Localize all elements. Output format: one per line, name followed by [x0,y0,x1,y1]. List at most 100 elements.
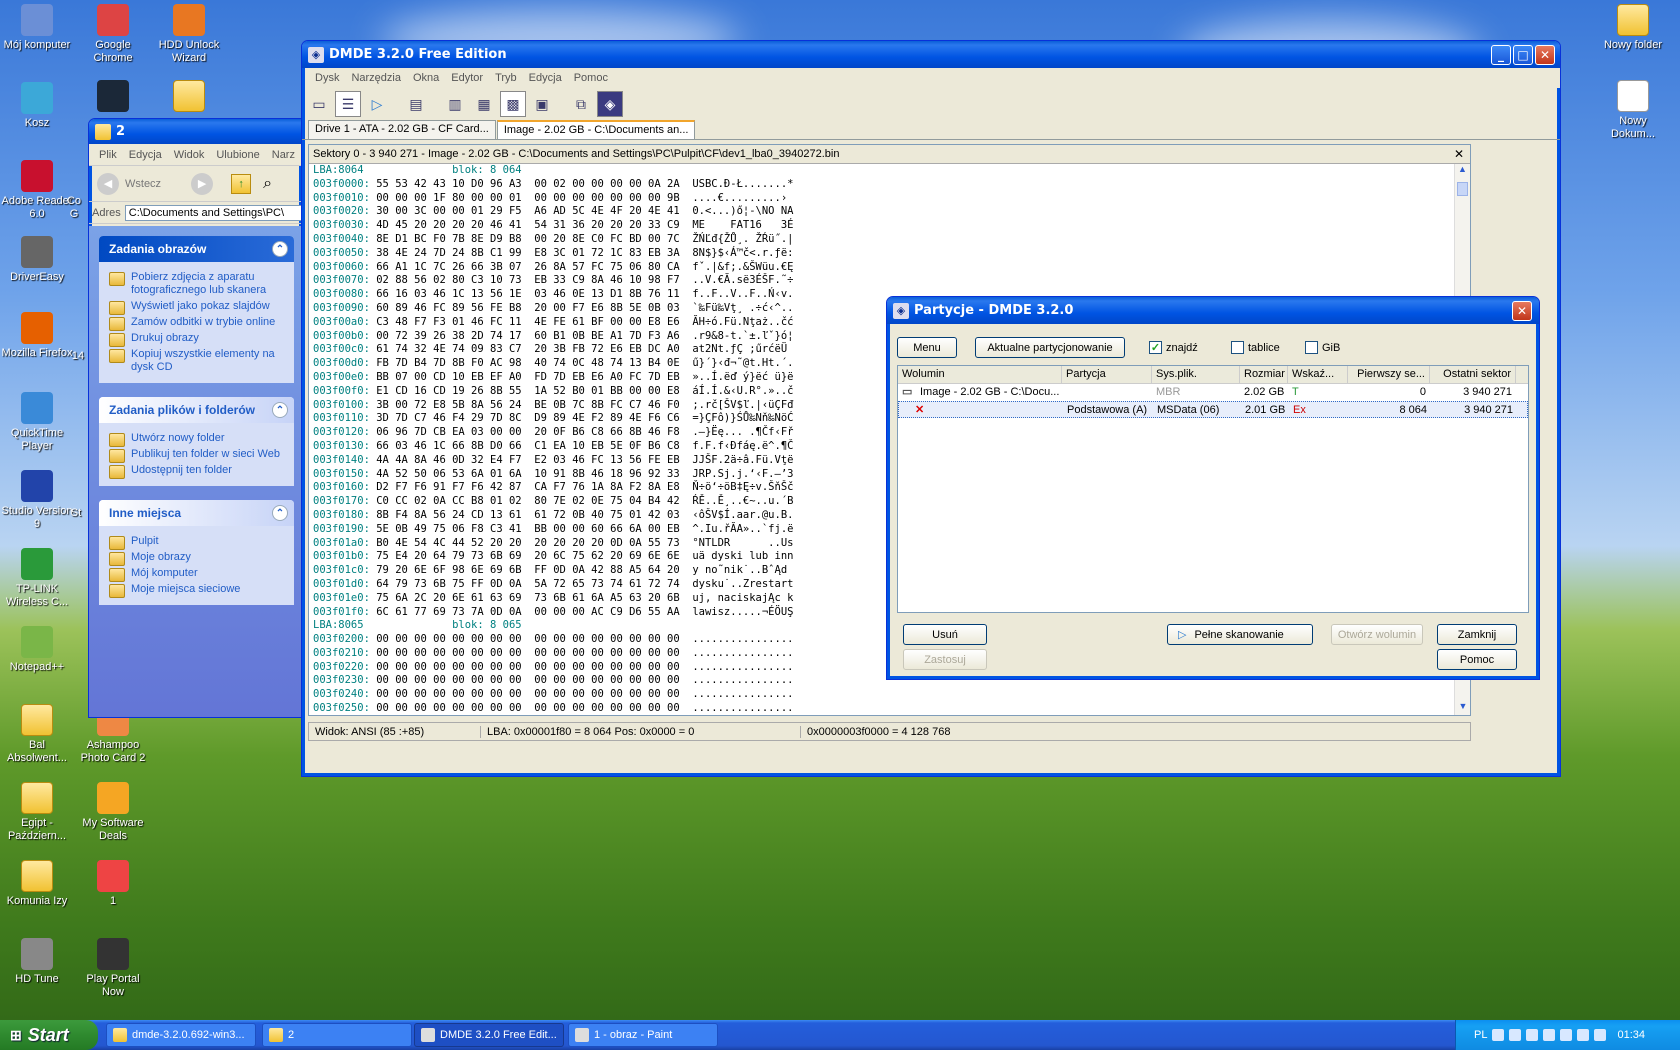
desktop-icon[interactable] [152,80,226,115]
task-link[interactable]: Pobierz zdjęcia z aparatu fotograficzneg… [109,271,286,297]
explorer-titlebar[interactable]: 2 [89,119,302,144]
taskbar-item[interactable]: DMDE 3.2.0 Free Edit... [414,1023,564,1047]
desktop-icon[interactable]: Bal Absolwent... [0,704,74,765]
minimize-button[interactable]: _ [1491,45,1511,65]
search-icon[interactable]: ⌕ [263,175,272,193]
dmde-menu-item[interactable]: Tryb [489,72,523,84]
tab-device[interactable]: Drive 1 - ATA - 2.02 GB - CF Card... [308,120,496,139]
tab-device[interactable]: Image - 2.02 GB - C:\Documents an... [496,120,696,139]
task-link[interactable]: Utwórz nowy folder [109,432,286,447]
partitions-icon[interactable]: ☰ [335,91,361,117]
task-link[interactable]: Zamów odbitki w trybie online [109,316,286,331]
desktop-icon[interactable]: Studio Version 9 [0,470,74,531]
taskbar-item[interactable]: dmde-3.2.0.692-win3... [106,1023,256,1047]
partitions-titlebar[interactable]: ◈ Partycje - DMDE 3.2.0 ✕ [887,297,1539,324]
disk-icon[interactable]: ▭ [306,91,332,117]
explorer-menu-item[interactable]: Plik [93,149,123,161]
collapse-chevron-icon[interactable]: ⌃ [272,241,288,257]
full-scan-button[interactable]: ▷ Pełne skanowanie [1167,624,1313,645]
task-panel-header[interactable]: Inne miejsca ⌃ [99,500,294,526]
language-indicator[interactable]: PL [1474,1029,1487,1041]
volume-icon[interactable] [1594,1029,1607,1041]
checkbox-find[interactable]: ✓ znajdź [1149,341,1198,354]
column-header[interactable]: Ostatni sektor [1430,366,1516,383]
media-icon[interactable] [1577,1029,1590,1041]
back-arrow-icon[interactable]: ◀ [97,172,119,195]
copy-sectors-icon[interactable]: ⧉ [568,91,594,117]
desktop-icon[interactable]: DriverEasy [0,236,74,284]
dialog-close-button[interactable]: ✕ [1512,301,1532,321]
column-header[interactable]: Rozmiar [1240,366,1288,383]
dmde-menu-item[interactable]: Narzędzia [345,72,407,84]
desktop-icon[interactable]: HDD Unlock Wizard [152,4,226,65]
task-link[interactable]: Moje miejsca sieciowe [109,583,286,598]
desktop-icon[interactable]: Mozilla Firefox [0,312,74,360]
taskbar-item[interactable]: 2 [262,1023,412,1047]
taskbar-item[interactable]: 1 - obraz - Paint [568,1023,718,1047]
network-icon[interactable] [1526,1029,1539,1041]
explorer-menu-item[interactable]: Edycja [123,149,168,161]
task-link[interactable]: Pulpit [109,535,286,550]
dmde-menu-item[interactable]: Edytor [445,72,489,84]
current-partitioning-button[interactable]: Aktualne partycjonowanie [975,337,1125,358]
desktop-icon[interactable]: Kosz [0,82,74,130]
column-header[interactable]: Wolumin [898,366,1062,383]
column-header[interactable]: Wskaź... [1288,366,1348,383]
task-link[interactable]: Mój komputer [109,567,286,582]
dmde-menu-item[interactable]: Pomoc [568,72,614,84]
task-link[interactable]: Kopiuj wszystkie elementy na dysk CD [109,348,286,374]
task-link[interactable]: Publikuj ten folder w sieci Web [109,448,286,463]
up-folder-icon[interactable]: ↑ [231,173,252,194]
checkbox-tables[interactable]: tablice [1231,341,1280,354]
start-button[interactable]: ⊞ Start [0,1020,98,1050]
desktop-icon[interactable]: 1 [76,860,150,908]
safely-remove-icon[interactable] [1560,1029,1573,1041]
view-list-icon[interactable]: ▥ [442,91,468,117]
desktop-icon[interactable]: Egipt - Październ... [0,782,74,843]
task-panel-header[interactable]: Zadania obrazów ⌃ [99,236,294,262]
open-volume-button[interactable]: Otwórz wolumin [1331,624,1423,645]
desktop-icon[interactable]: Google Chrome [76,4,150,65]
dmde-titlebar[interactable]: ◈ DMDE 3.2.0 Free Edition _ □ ✕ [302,41,1560,68]
explorer-menu-item[interactable]: Widok [168,149,211,161]
document-icon[interactable]: ▤ [403,91,429,117]
remove-button[interactable]: Usuń [903,624,987,645]
desktop-icon[interactable]: Play Portal Now [76,938,150,999]
back-button-label[interactable]: Wstecz [125,178,161,190]
task-link[interactable]: Drukuj obrazy [109,332,286,347]
address-input[interactable]: C:\Documents and Settings\PC\ [124,204,302,221]
dmde-menu-item[interactable]: Okna [407,72,445,84]
column-header[interactable]: Sys.plik. [1152,366,1240,383]
apply-button[interactable]: Zastosuj [903,649,987,670]
checkbox-gib[interactable]: GiB [1305,341,1340,354]
dmde-menu-item[interactable]: Edycja [523,72,568,84]
dmde-app-icon[interactable]: ◈ [597,91,623,117]
maximize-button[interactable]: □ [1513,45,1533,65]
desktop-icon[interactable]: TP-LINK Wireless C... [0,548,74,609]
column-header[interactable]: Pierwszy se... [1348,366,1430,383]
explorer-menu-item[interactable]: Narz [266,149,301,161]
desktop-icon[interactable] [76,80,150,115]
desktop-icon[interactable]: Nowy folder [1596,4,1670,52]
view-preview-icon[interactable]: ▣ [529,91,555,117]
task-panel-header[interactable]: Zadania plików i folderów ⌃ [99,397,294,423]
desktop-icon[interactable]: Komunia Izy [0,860,74,908]
help-button[interactable]: Pomoc [1437,649,1517,670]
close-panel-icon[interactable]: ✕ [1454,147,1464,161]
wireless-icon[interactable] [1543,1029,1556,1041]
column-header[interactable]: Partycja [1062,366,1152,383]
task-link[interactable]: Wyświetl jako pokaz slajdów [109,300,286,315]
tray-app-icon[interactable] [1509,1029,1522,1041]
menu-button[interactable]: Menu [897,337,957,358]
desktop-icon[interactable]: Mój komputer [0,4,74,52]
view-details-icon[interactable]: ▦ [471,91,497,117]
partition-row[interactable]: ▭ Image - 2.02 GB - C:\Docu... MBR 2.02 GB T… [898,384,1528,401]
desktop-icon[interactable]: Nowy Dokum... [1596,80,1670,141]
task-link[interactable]: Moje obrazy [109,551,286,566]
collapse-chevron-icon[interactable]: ⌃ [272,505,288,521]
desktop-icon[interactable]: Notepad++ [0,626,74,674]
collapse-chevron-icon[interactable]: ⌃ [272,402,288,418]
explorer-menu-item[interactable]: Ulubione [210,149,265,161]
task-link[interactable]: Udostępnij ten folder [109,464,286,479]
desktop-icon[interactable]: HD Tune [0,938,74,986]
